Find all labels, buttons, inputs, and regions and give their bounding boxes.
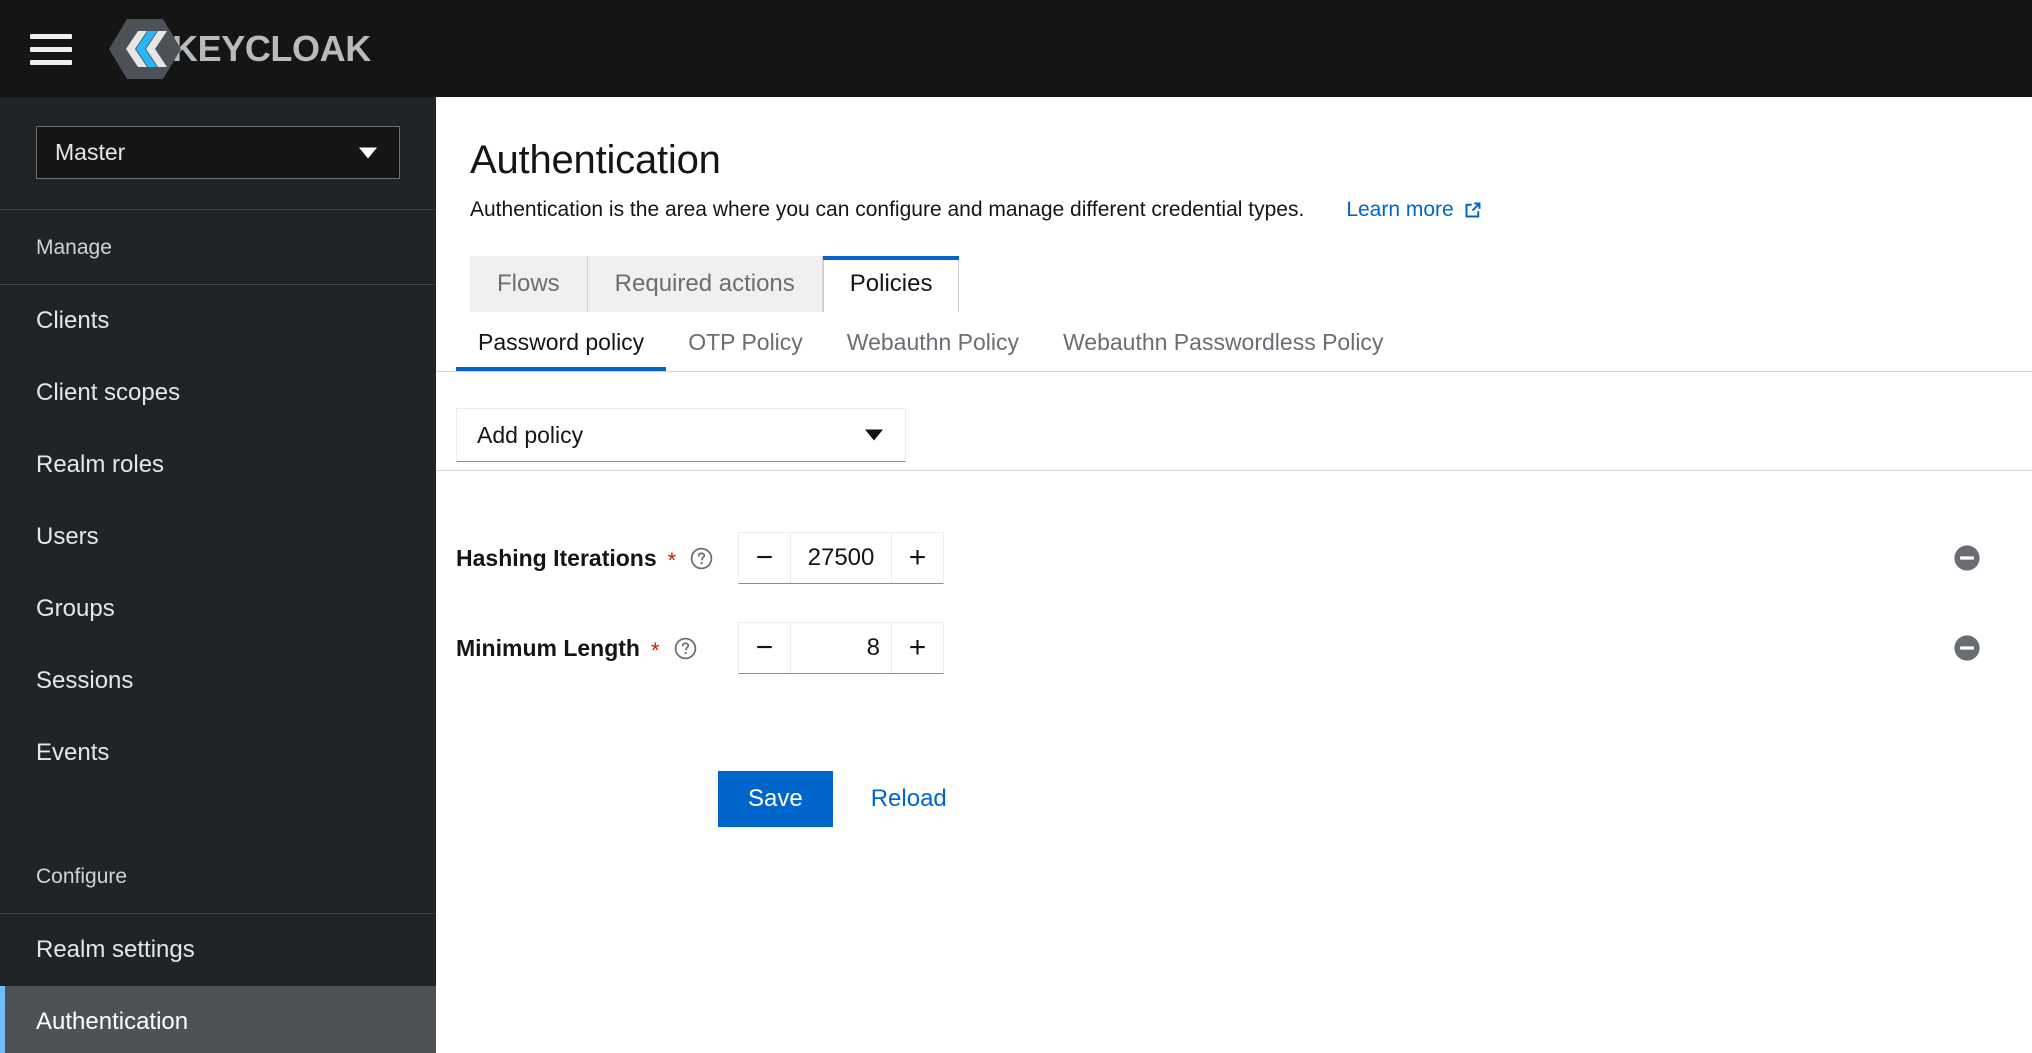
form-actions: Save Reload <box>436 771 2032 827</box>
stepper-plus-button[interactable]: + <box>891 623 943 673</box>
keycloak-admin-console: KEYCLOAK Master Manage Clients Client sc… <box>0 0 2032 1053</box>
remove-policy-button[interactable] <box>1952 633 1982 663</box>
brand[interactable]: KEYCLOAK <box>108 17 371 81</box>
minus-circle-icon <box>1954 545 1980 571</box>
sidebar-item-label: Realm settings <box>36 936 195 963</box>
realm-selector[interactable]: Master <box>36 126 400 179</box>
help-circle-icon[interactable] <box>690 547 713 570</box>
masthead: KEYCLOAK <box>0 0 2032 97</box>
minus-circle-icon <box>1954 635 1980 661</box>
sidebar-item-label: Groups <box>36 595 115 622</box>
sidebar-item-events[interactable]: Events <box>0 717 436 789</box>
add-policy-dropdown[interactable]: Add policy <box>456 408 906 462</box>
sidebar: Master Manage Clients Client scopes Real… <box>0 97 436 1053</box>
primary-tabs: Flows Required actions Policies <box>436 254 2032 312</box>
realm-selector-wrapper: Master <box>0 97 436 210</box>
minimum-length-stepper: − 8 + <box>738 622 944 674</box>
sidebar-item-label: Authentication <box>36 1008 189 1035</box>
sidebar-item-realm-roles[interactable]: Realm roles <box>0 429 436 501</box>
help-circle-icon[interactable] <box>674 637 697 660</box>
sidebar-item-label: Sessions <box>36 667 134 694</box>
sidebar-item-sessions[interactable]: Sessions <box>0 645 436 717</box>
brand-text: KEYCLOAK <box>172 27 371 69</box>
reload-button[interactable]: Reload <box>847 771 971 827</box>
stepper-value-input[interactable]: 27500 <box>791 533 891 583</box>
learn-more-label: Learn more <box>1346 198 1454 221</box>
page-title: Authentication <box>470 138 721 182</box>
subtab-otp-policy[interactable]: OTP Policy <box>666 313 825 371</box>
subtab-label: Webauthn Passwordless Policy <box>1062 328 1384 355</box>
sidebar-item-label: Clients <box>36 307 110 334</box>
realm-selector-value: Master <box>55 139 126 165</box>
policy-label: Minimum Length <box>456 634 640 661</box>
required-asterisk: * <box>650 638 660 663</box>
stepper-plus-button[interactable]: + <box>891 533 943 583</box>
secondary-tabs: Password policy OTP Policy Webauthn Poli… <box>436 312 2032 372</box>
policy-label-cell: Hashing Iterations * <box>456 544 713 573</box>
subtab-password-policy[interactable]: Password policy <box>456 313 667 371</box>
tab-policies[interactable]: Policies <box>822 256 960 312</box>
policy-row-hashing-iterations: Hashing Iterations * − 27500 + <box>436 513 2032 603</box>
save-button[interactable]: Save <box>718 771 833 827</box>
tab-label: Flows <box>497 270 560 297</box>
sidebar-item-label: Realm roles <box>36 451 165 478</box>
sidebar-item-clients[interactable]: Clients <box>0 285 436 357</box>
hashing-iterations-stepper: − 27500 + <box>738 532 944 584</box>
sidebar-item-label: Events <box>36 739 110 766</box>
policy-row-minimum-length: Minimum Length * − 8 + <box>436 603 2032 693</box>
stepper-value-input[interactable]: 8 <box>791 623 891 673</box>
sidebar-item-authentication[interactable]: Authentication <box>0 986 436 1053</box>
nav-section-title-manage: Manage <box>0 210 436 285</box>
add-policy-label: Add policy <box>477 421 584 448</box>
subtab-label: OTP Policy <box>688 328 803 355</box>
required-asterisk: * <box>667 548 677 573</box>
stepper-minus-button[interactable]: − <box>739 533 791 583</box>
hamburger-icon[interactable] <box>30 32 72 68</box>
sidebar-item-client-scopes[interactable]: Client scopes <box>0 357 436 429</box>
subtab-webauthn-passwordless-policy[interactable]: Webauthn Passwordless Policy <box>1041 313 1405 371</box>
sidebar-item-label: Users <box>36 523 99 550</box>
policy-label: Hashing Iterations <box>456 544 657 571</box>
sidebar-item-realm-settings[interactable]: Realm settings <box>0 914 436 986</box>
page-subtitle-row: Authentication is the area where you can… <box>470 198 2032 222</box>
sidebar-item-users[interactable]: Users <box>0 501 436 573</box>
tab-label: Policies <box>849 270 933 297</box>
sidebar-item-groups[interactable]: Groups <box>0 573 436 645</box>
caret-down-icon <box>359 147 377 158</box>
tab-required-actions[interactable]: Required actions <box>587 256 823 312</box>
caret-down-icon <box>865 429 883 441</box>
main-content: Authentication Authentication is the are… <box>436 97 2032 1053</box>
learn-more-link[interactable]: Learn more <box>1346 198 1482 222</box>
remove-policy-button[interactable] <box>1952 543 1982 573</box>
subtab-webauthn-policy[interactable]: Webauthn Policy <box>825 313 1041 371</box>
tab-edge <box>958 260 960 312</box>
page-subtitle: Authentication is the area where you can… <box>470 198 1305 221</box>
subtab-label: Webauthn Policy <box>846 328 1019 355</box>
tab-label: Required actions <box>614 270 795 297</box>
add-policy-zone: Add policy <box>436 372 2032 470</box>
external-link-icon <box>1463 200 1483 220</box>
nav-section-title-configure: Configure <box>0 839 436 914</box>
keycloak-logo-icon <box>108 17 182 81</box>
policy-label-cell: Minimum Length * <box>456 635 708 662</box>
tab-flows[interactable]: Flows <box>470 256 588 312</box>
stepper-minus-button[interactable]: − <box>739 623 791 673</box>
policy-rows: Hashing Iterations * − 27500 + Minimum L… <box>436 471 2032 827</box>
subtab-label: Password policy <box>478 328 645 355</box>
sidebar-item-label: Client scopes <box>36 379 181 406</box>
page-header: Authentication Authentication is the are… <box>436 97 2032 222</box>
